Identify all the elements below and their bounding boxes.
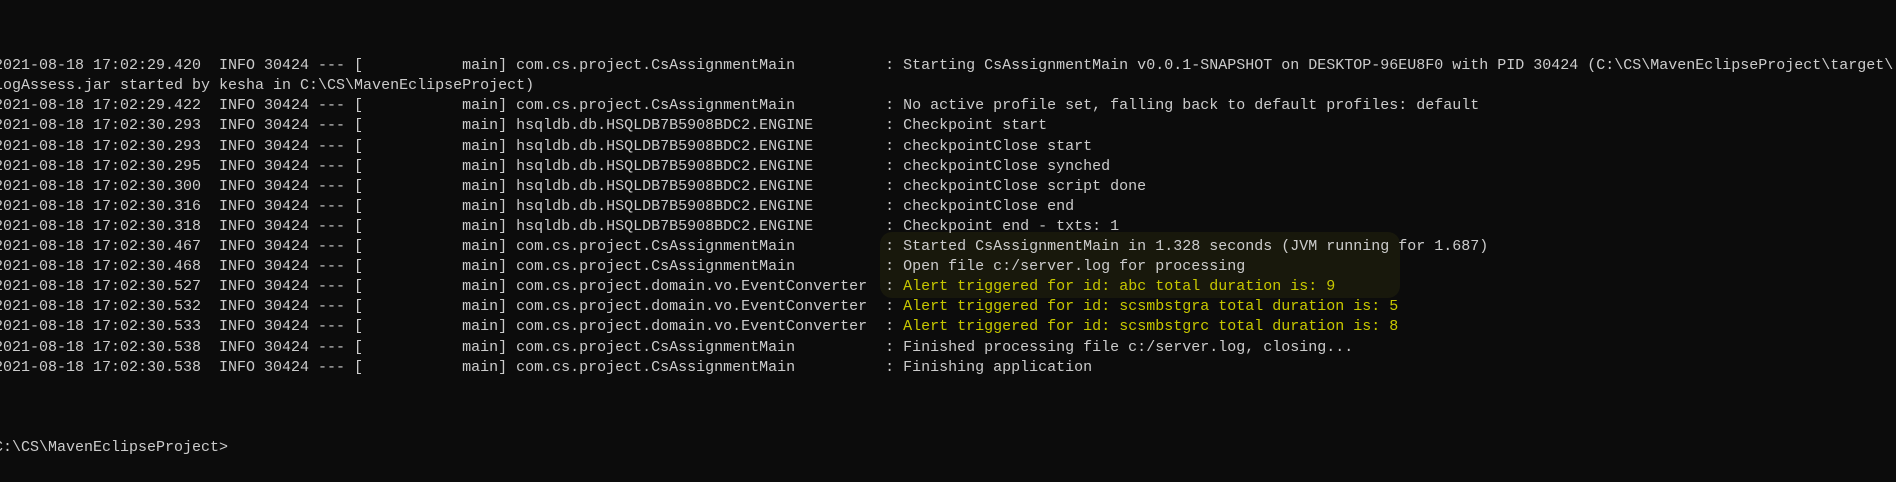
log-line: 2021-08-18 17:02:30.468 INFO 30424 --- [… bbox=[0, 258, 1246, 276]
log-line: 2021-08-18 17:02:30.467 INFO 30424 --- [… bbox=[0, 238, 1489, 256]
log-line: 2021-08-18 17:02:30.318 INFO 30424 --- [… bbox=[0, 217, 1120, 235]
prompt-text: C:\CS\MavenEclipseProject> bbox=[0, 438, 229, 456]
alert-message: Alert triggered for id: abc total durati… bbox=[903, 278, 1336, 296]
log-prefix: 2021-08-18 17:02:30.532 INFO 30424 --- [… bbox=[0, 298, 904, 316]
log-line: 2021-08-18 17:02:30.295 INFO 30424 --- [… bbox=[0, 157, 1111, 175]
log-line: 2021-08-18 17:02:30.300 INFO 30424 --- [… bbox=[0, 177, 1147, 195]
log-line: 2021-08-18 17:02:30.538 INFO 30424 --- [… bbox=[0, 338, 1354, 356]
command-prompt[interactable]: C:\CS\MavenEclipseProject> bbox=[0, 438, 1893, 458]
log-prefix: 2021-08-18 17:02:30.533 INFO 30424 --- [… bbox=[0, 318, 904, 336]
log-lines: 2021-08-18 17:02:29.420 INFO 30424 --- [… bbox=[0, 56, 1893, 398]
log-line: 2021-08-18 17:02:30.293 INFO 30424 --- [… bbox=[0, 137, 1093, 155]
terminal-output[interactable]: 2021-08-18 17:02:29.420 INFO 30424 --- [… bbox=[0, 16, 1893, 478]
log-line: 2021-08-18 17:02:30.538 INFO 30424 --- [… bbox=[0, 358, 1093, 376]
log-line-alert: 2021-08-18 17:02:30.527 INFO 30424 --- [… bbox=[0, 277, 1893, 297]
log-line: 2021-08-18 17:02:29.420 INFO 30424 --- [… bbox=[0, 57, 1894, 75]
log-line-alert: 2021-08-18 17:02:30.532 INFO 30424 --- [… bbox=[0, 297, 1893, 317]
alert-message: Alert triggered for id: scsmbstgrc total… bbox=[903, 318, 1399, 336]
log-line-alert: 2021-08-18 17:02:30.533 INFO 30424 --- [… bbox=[0, 317, 1893, 337]
log-line: LogAssess.jar started by kesha in C:\CS\… bbox=[0, 77, 535, 95]
log-line: 2021-08-18 17:02:29.422 INFO 30424 --- [… bbox=[0, 97, 1480, 115]
log-prefix: 2021-08-18 17:02:30.527 INFO 30424 --- [… bbox=[0, 278, 904, 296]
log-line: 2021-08-18 17:02:30.293 INFO 30424 --- [… bbox=[0, 117, 1048, 135]
alert-message: Alert triggered for id: scsmbstgra total… bbox=[903, 298, 1399, 316]
log-line: 2021-08-18 17:02:30.316 INFO 30424 --- [… bbox=[0, 197, 1075, 215]
